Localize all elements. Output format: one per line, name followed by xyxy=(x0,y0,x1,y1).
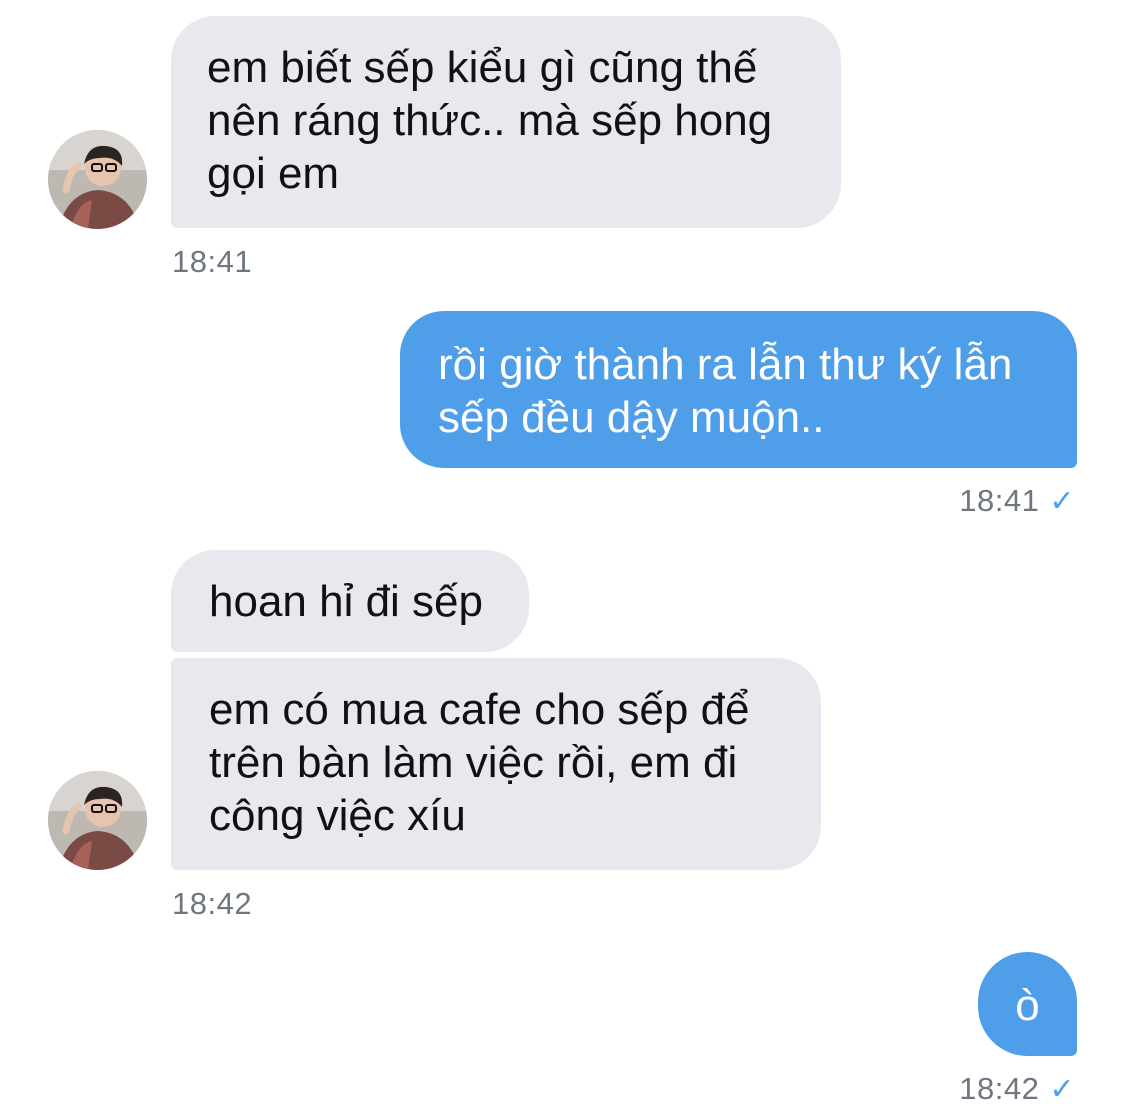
avatar-photo-icon xyxy=(48,771,147,870)
incoming-message-bubble[interactable]: em có mua cafe cho sếp để trên bàn làm v… xyxy=(171,658,821,870)
outgoing-message-bubble[interactable]: ò xyxy=(978,952,1077,1056)
message-timestamp-row: 18:42 ✓ xyxy=(959,1071,1075,1107)
incoming-message-bubble[interactable]: em biết sếp kiểu gì cũng thế nên ráng th… xyxy=(171,16,841,228)
avatar-photo-icon xyxy=(48,130,147,229)
message-timestamp: 18:42 xyxy=(172,886,253,921)
chat-thread: em biết sếp kiểu gì cũng thế nên ráng th… xyxy=(0,0,1125,1112)
contact-avatar[interactable] xyxy=(48,771,147,870)
message-timestamp-row: 18:41 ✓ xyxy=(959,483,1075,519)
message-timestamp: 18:41 xyxy=(959,483,1040,518)
message-timestamp: 18:41 xyxy=(172,244,253,279)
message-timestamp: 18:42 xyxy=(959,1071,1040,1106)
check-icon: ✓ xyxy=(1049,1073,1075,1106)
contact-avatar[interactable] xyxy=(48,130,147,229)
outgoing-message-bubble[interactable]: rồi giờ thành ra lẫn thư ký lẫn sếp đều … xyxy=(400,311,1077,468)
check-icon: ✓ xyxy=(1049,485,1075,518)
incoming-message-bubble[interactable]: hoan hỉ đi sếp xyxy=(171,550,529,652)
